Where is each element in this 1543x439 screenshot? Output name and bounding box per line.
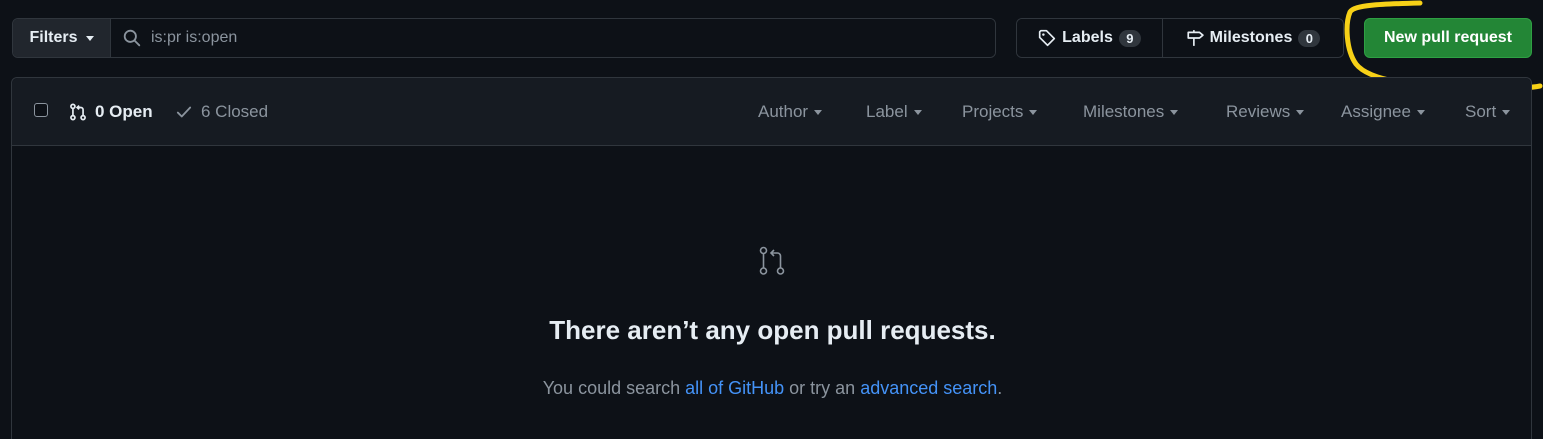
milestones-filter[interactable]: Milestones	[1083, 78, 1179, 146]
open-count-label: 0 Open	[95, 102, 153, 121]
projects-filter-label: Projects	[962, 102, 1024, 121]
label-filter[interactable]: Label	[866, 78, 922, 146]
milestone-icon	[1187, 30, 1204, 46]
closed-count-label: 6 Closed	[201, 102, 269, 121]
chevron-down-icon	[1416, 109, 1425, 115]
list-header: 0 Open 6 Closed Author Label Projects Mi…	[12, 78, 1531, 146]
filters-label: Filters	[29, 29, 78, 46]
open-state-tab[interactable]: 0 Open	[69, 78, 153, 146]
labels-label: Labels	[1062, 29, 1113, 46]
chevron-down-icon	[1502, 109, 1511, 115]
search-icon	[123, 29, 141, 47]
pull-requests-page: Filters Labels 9 Milest	[0, 0, 1543, 439]
sort-filter-label: Sort	[1465, 102, 1497, 121]
closed-state-tab[interactable]: 6 Closed	[175, 78, 268, 146]
milestones-filter-label: Milestones	[1083, 102, 1165, 121]
new-pull-request-button[interactable]: New pull request	[1364, 18, 1532, 58]
empty-state-title: There aren’t any open pull requests.	[549, 315, 996, 345]
milestones-count-badge: 0	[1298, 29, 1321, 47]
empty-state-suffix: .	[997, 378, 1003, 398]
projects-filter[interactable]: Projects	[962, 78, 1038, 146]
labels-button[interactable]: Labels 9	[1017, 19, 1163, 57]
reviews-filter-label: Reviews	[1226, 102, 1291, 121]
milestones-button[interactable]: Milestones 0	[1163, 19, 1343, 57]
check-icon	[176, 106, 192, 118]
chevron-down-icon	[85, 35, 94, 41]
select-all-checkbox[interactable]	[34, 103, 48, 117]
search-input[interactable]	[151, 19, 995, 57]
labels-count-badge: 9	[1118, 29, 1141, 47]
empty-state-description: You could search all of GitHub or try an…	[12, 378, 1533, 399]
assignee-filter-label: Assignee	[1341, 102, 1411, 121]
search-all-github-link[interactable]: all of GitHub	[685, 378, 784, 398]
new-pull-request-label: New pull request	[1383, 29, 1513, 46]
git-pull-request-icon	[70, 103, 86, 121]
labels-milestones-group: Labels 9 Milestones 0	[1016, 18, 1344, 58]
search-field[interactable]	[111, 19, 995, 57]
chevron-down-icon	[1296, 109, 1305, 115]
empty-state-middle: or try an	[784, 378, 861, 398]
chevron-down-icon	[1170, 109, 1179, 115]
author-filter[interactable]: Author	[758, 78, 823, 146]
label-filter-label: Label	[866, 102, 908, 121]
filters-button[interactable]: Filters	[13, 19, 111, 57]
assignee-filter[interactable]: Assignee	[1341, 78, 1425, 146]
chevron-down-icon	[1029, 109, 1038, 115]
git-pull-request-icon	[759, 246, 785, 275]
author-filter-label: Author	[758, 102, 809, 121]
chevron-down-icon	[814, 109, 823, 115]
reviews-filter[interactable]: Reviews	[1226, 78, 1305, 146]
sort-filter[interactable]: Sort	[1465, 78, 1511, 146]
milestones-label: Milestones	[1209, 29, 1293, 46]
chevron-down-icon	[913, 109, 922, 115]
tag-icon	[1039, 29, 1056, 47]
advanced-search-link[interactable]: advanced search	[860, 378, 997, 398]
filters-search-group: Filters	[12, 18, 996, 58]
pull-request-list: 0 Open 6 Closed Author Label Projects Mi…	[11, 77, 1532, 439]
empty-state-prefix: You could search	[542, 378, 686, 398]
